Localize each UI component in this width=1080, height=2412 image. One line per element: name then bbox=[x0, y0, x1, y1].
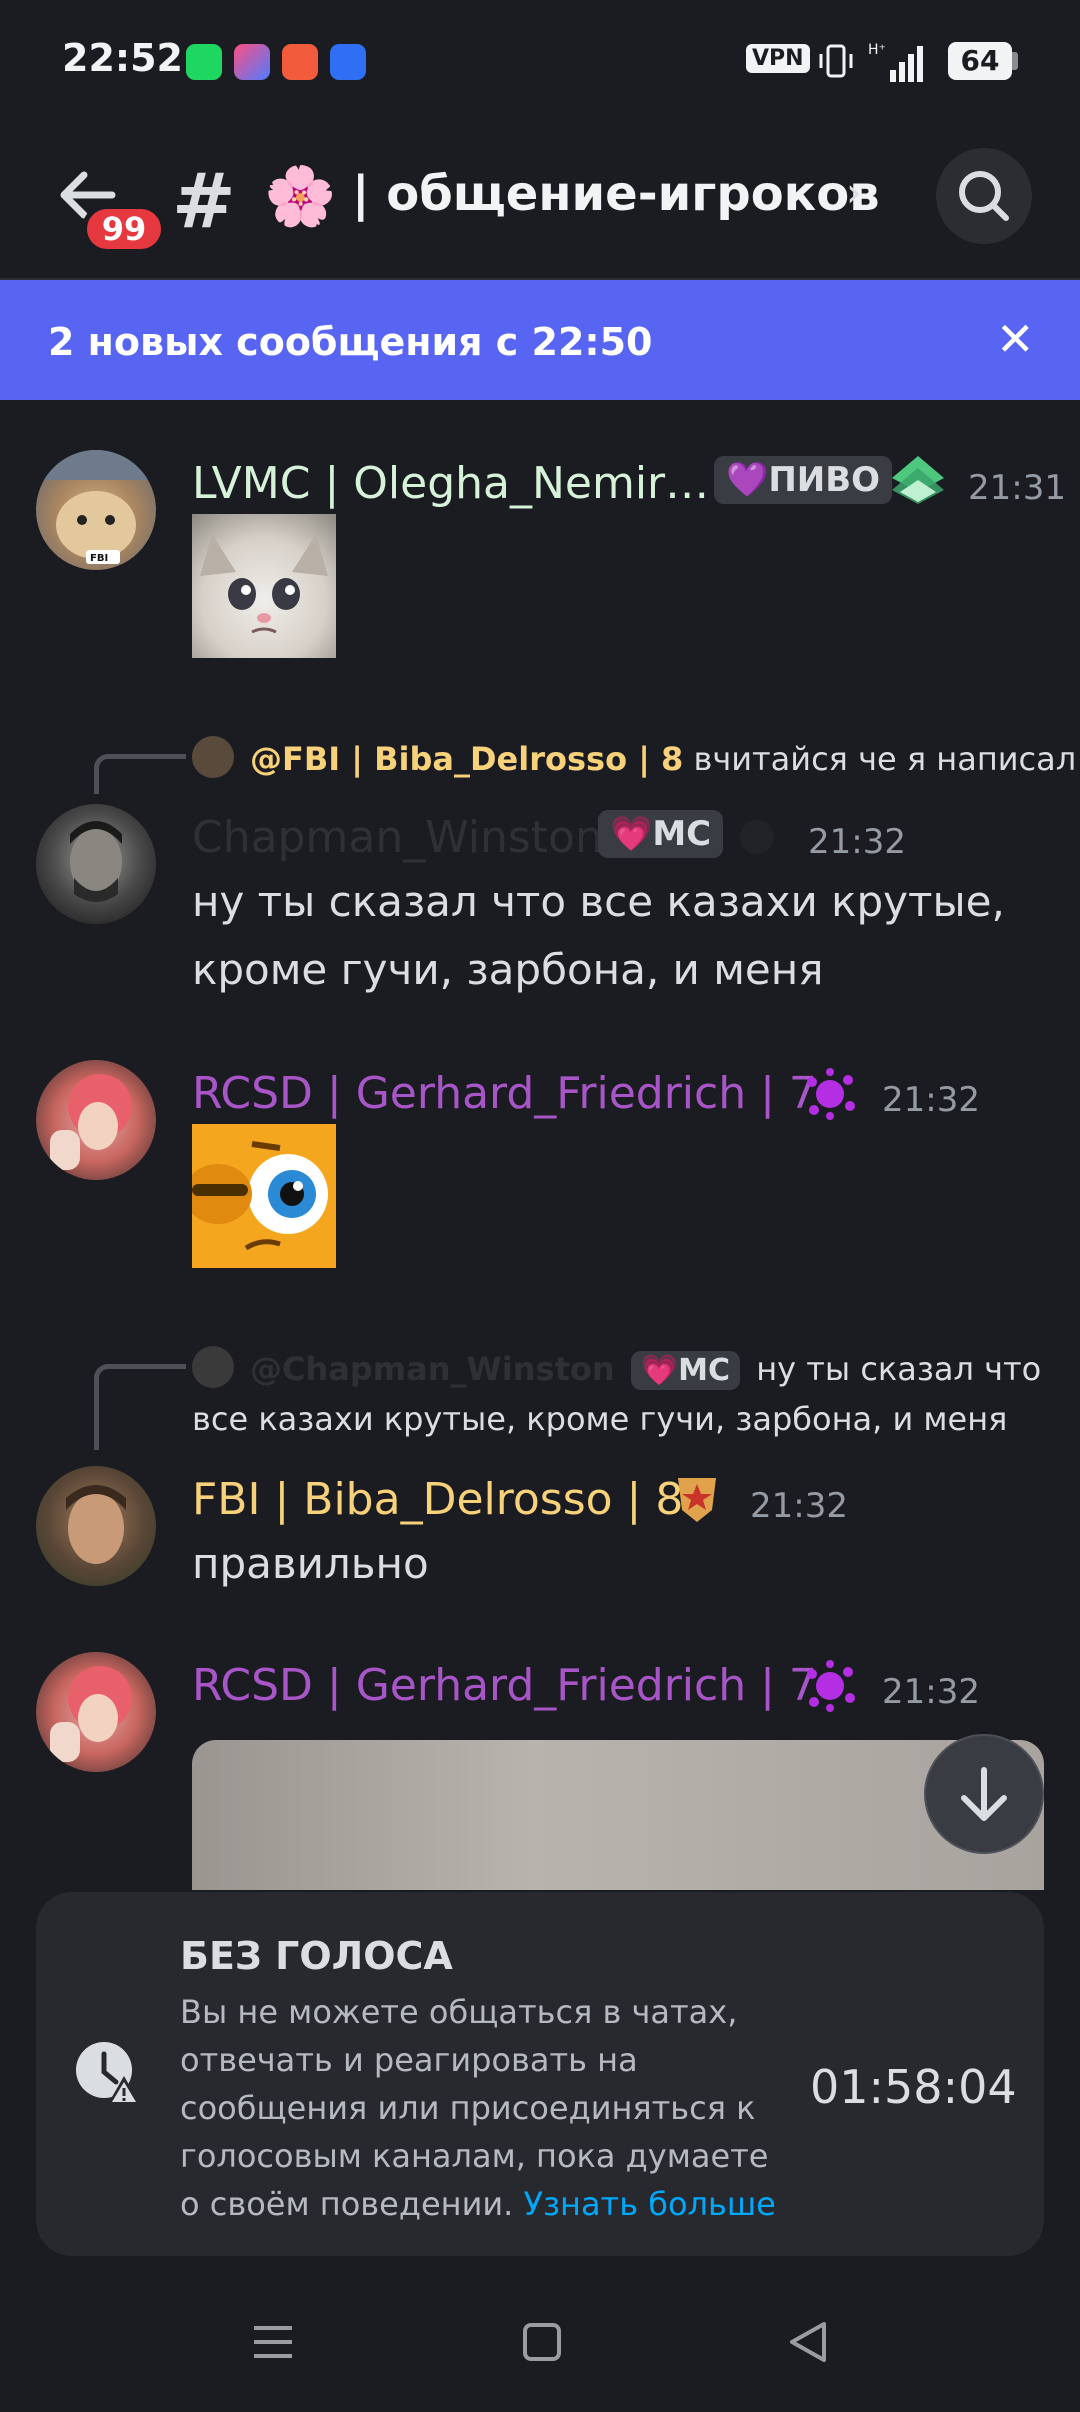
timeout-description: Вы не можете общаться в чатах, отвечать … bbox=[180, 1988, 780, 2228]
reply-avatar bbox=[192, 736, 234, 778]
tag-emoji: 💗 bbox=[610, 814, 653, 854]
search-icon bbox=[959, 171, 1009, 221]
timeout-timer: 01:58:04 bbox=[810, 2060, 1017, 2114]
reply-connector bbox=[94, 754, 186, 794]
side-eye-emoji[interactable] bbox=[192, 1124, 336, 1268]
avatar[interactable] bbox=[36, 804, 156, 924]
avatar[interactable] bbox=[36, 1652, 156, 1772]
avatar[interactable] bbox=[36, 1466, 156, 1586]
reply-role-tag: 💗MC bbox=[630, 1351, 741, 1390]
role-icon bbox=[892, 456, 944, 504]
message-author[interactable]: LVMC | Olegha_Nemir… bbox=[192, 458, 709, 509]
status-bar: 22:52 VPN H⁺ 64 bbox=[0, 0, 1080, 120]
close-icon[interactable]: ✕ bbox=[996, 312, 1035, 366]
jump-to-present-button[interactable] bbox=[924, 1734, 1044, 1854]
system-nav-bar bbox=[0, 2280, 1080, 2412]
menu-icon[interactable] bbox=[252, 2322, 294, 2362]
key-app-icon bbox=[330, 44, 366, 80]
channel-emoji: 🌸 bbox=[264, 162, 337, 230]
splat-icon bbox=[807, 1660, 855, 1712]
status-time: 22:52 bbox=[62, 36, 183, 80]
reply-preview[interactable]: @FBI | Biba_Delrosso | 8 вчитайся че я н… bbox=[250, 740, 1076, 778]
tag-emoji: 💗 bbox=[640, 1353, 679, 1388]
app-icon bbox=[234, 44, 270, 80]
reply-author[interactable]: @Chapman_Winston bbox=[250, 1350, 615, 1388]
spotify-icon bbox=[186, 44, 222, 80]
timeout-clock-icon bbox=[76, 2042, 140, 2104]
back-icon[interactable] bbox=[788, 2320, 828, 2364]
chevron-right-icon[interactable]: › bbox=[846, 170, 862, 216]
svg-text:H⁺: H⁺ bbox=[868, 42, 886, 58]
message-text-line: ну ты сказал что все казахи крутые, bbox=[192, 877, 1005, 926]
author-name[interactable]: RCSD | Gerhard_Friedrich | 7 bbox=[192, 1068, 817, 1119]
splat-icon bbox=[807, 1068, 855, 1120]
reply-avatar bbox=[192, 1346, 234, 1388]
channel-hash-icon: # bbox=[172, 156, 236, 245]
message-text-line: кроме гучи, зарбона, и меня bbox=[192, 945, 824, 994]
author-name[interactable]: FBI | Biba_Delrosso | 8 bbox=[192, 1474, 683, 1525]
message-time: 21:32 bbox=[882, 1080, 980, 1120]
reply-text: ну ты сказал что bbox=[756, 1350, 1042, 1388]
author-name[interactable]: RCSD | Gerhard_Friedrich | 7 bbox=[192, 1660, 817, 1711]
battery-tip bbox=[1012, 52, 1018, 70]
message-time: 21:32 bbox=[882, 1672, 980, 1712]
search-button[interactable] bbox=[936, 148, 1032, 244]
home-icon[interactable] bbox=[522, 2322, 562, 2362]
unread-badge: 99 bbox=[82, 204, 166, 254]
svg-text:FBI: FBI bbox=[90, 553, 108, 564]
learn-more-link[interactable]: Узнать больше bbox=[524, 2185, 776, 2223]
message-time: 21:32 bbox=[808, 822, 906, 862]
timeout-title: БЕЗ ГОЛОСА bbox=[180, 1934, 453, 1978]
tag-emoji: 💜 bbox=[726, 460, 769, 500]
reply-text: все казахи крутые, кроме гучи, зарбона, … bbox=[192, 1400, 1008, 1438]
role-icon bbox=[740, 820, 774, 854]
tag-label: MC bbox=[652, 814, 712, 854]
image-attachment[interactable] bbox=[192, 1740, 1044, 1890]
signal-icon: H⁺ bbox=[868, 42, 923, 82]
role-tag: 💜ПИВО bbox=[714, 456, 893, 504]
avatar[interactable]: FBI bbox=[36, 450, 156, 570]
author-name[interactable]: LVMC | Olegha_Nemir… bbox=[192, 458, 709, 509]
vibrate-icon bbox=[819, 44, 853, 78]
crying-cat-emoji[interactable] bbox=[192, 514, 336, 658]
reply-connector bbox=[94, 1364, 186, 1450]
tag-label: ПИВО bbox=[768, 460, 881, 500]
message-time: 21:32 bbox=[750, 1486, 848, 1526]
channel-title[interactable]: | общение-игроков bbox=[352, 166, 880, 222]
message-time: 21:31 bbox=[968, 468, 1066, 508]
new-messages-text: 2 новых сообщения с 22:50 bbox=[48, 320, 653, 364]
role-tag: 💗MC bbox=[598, 810, 724, 858]
message-text-line: правильно bbox=[192, 1539, 429, 1588]
tag-label: MC bbox=[678, 1353, 731, 1388]
sheriff-badge-icon bbox=[678, 1478, 716, 1522]
reply-author[interactable]: @FBI | Biba_Delrosso | 8 bbox=[250, 740, 683, 778]
reply-preview[interactable]: @Chapman_Winston 💗MC ну ты сказал что bbox=[250, 1350, 1042, 1390]
battery-indicator: 64 bbox=[948, 42, 1012, 80]
reply-text: вчитайся че я написал bbox=[693, 740, 1077, 778]
author-name[interactable]: Chapman_Winston bbox=[192, 812, 603, 863]
app-icon bbox=[282, 44, 318, 80]
avatar[interactable] bbox=[36, 1060, 156, 1180]
arrow-down-icon bbox=[961, 1767, 1007, 1821]
vpn-indicator: VPN bbox=[746, 44, 810, 73]
